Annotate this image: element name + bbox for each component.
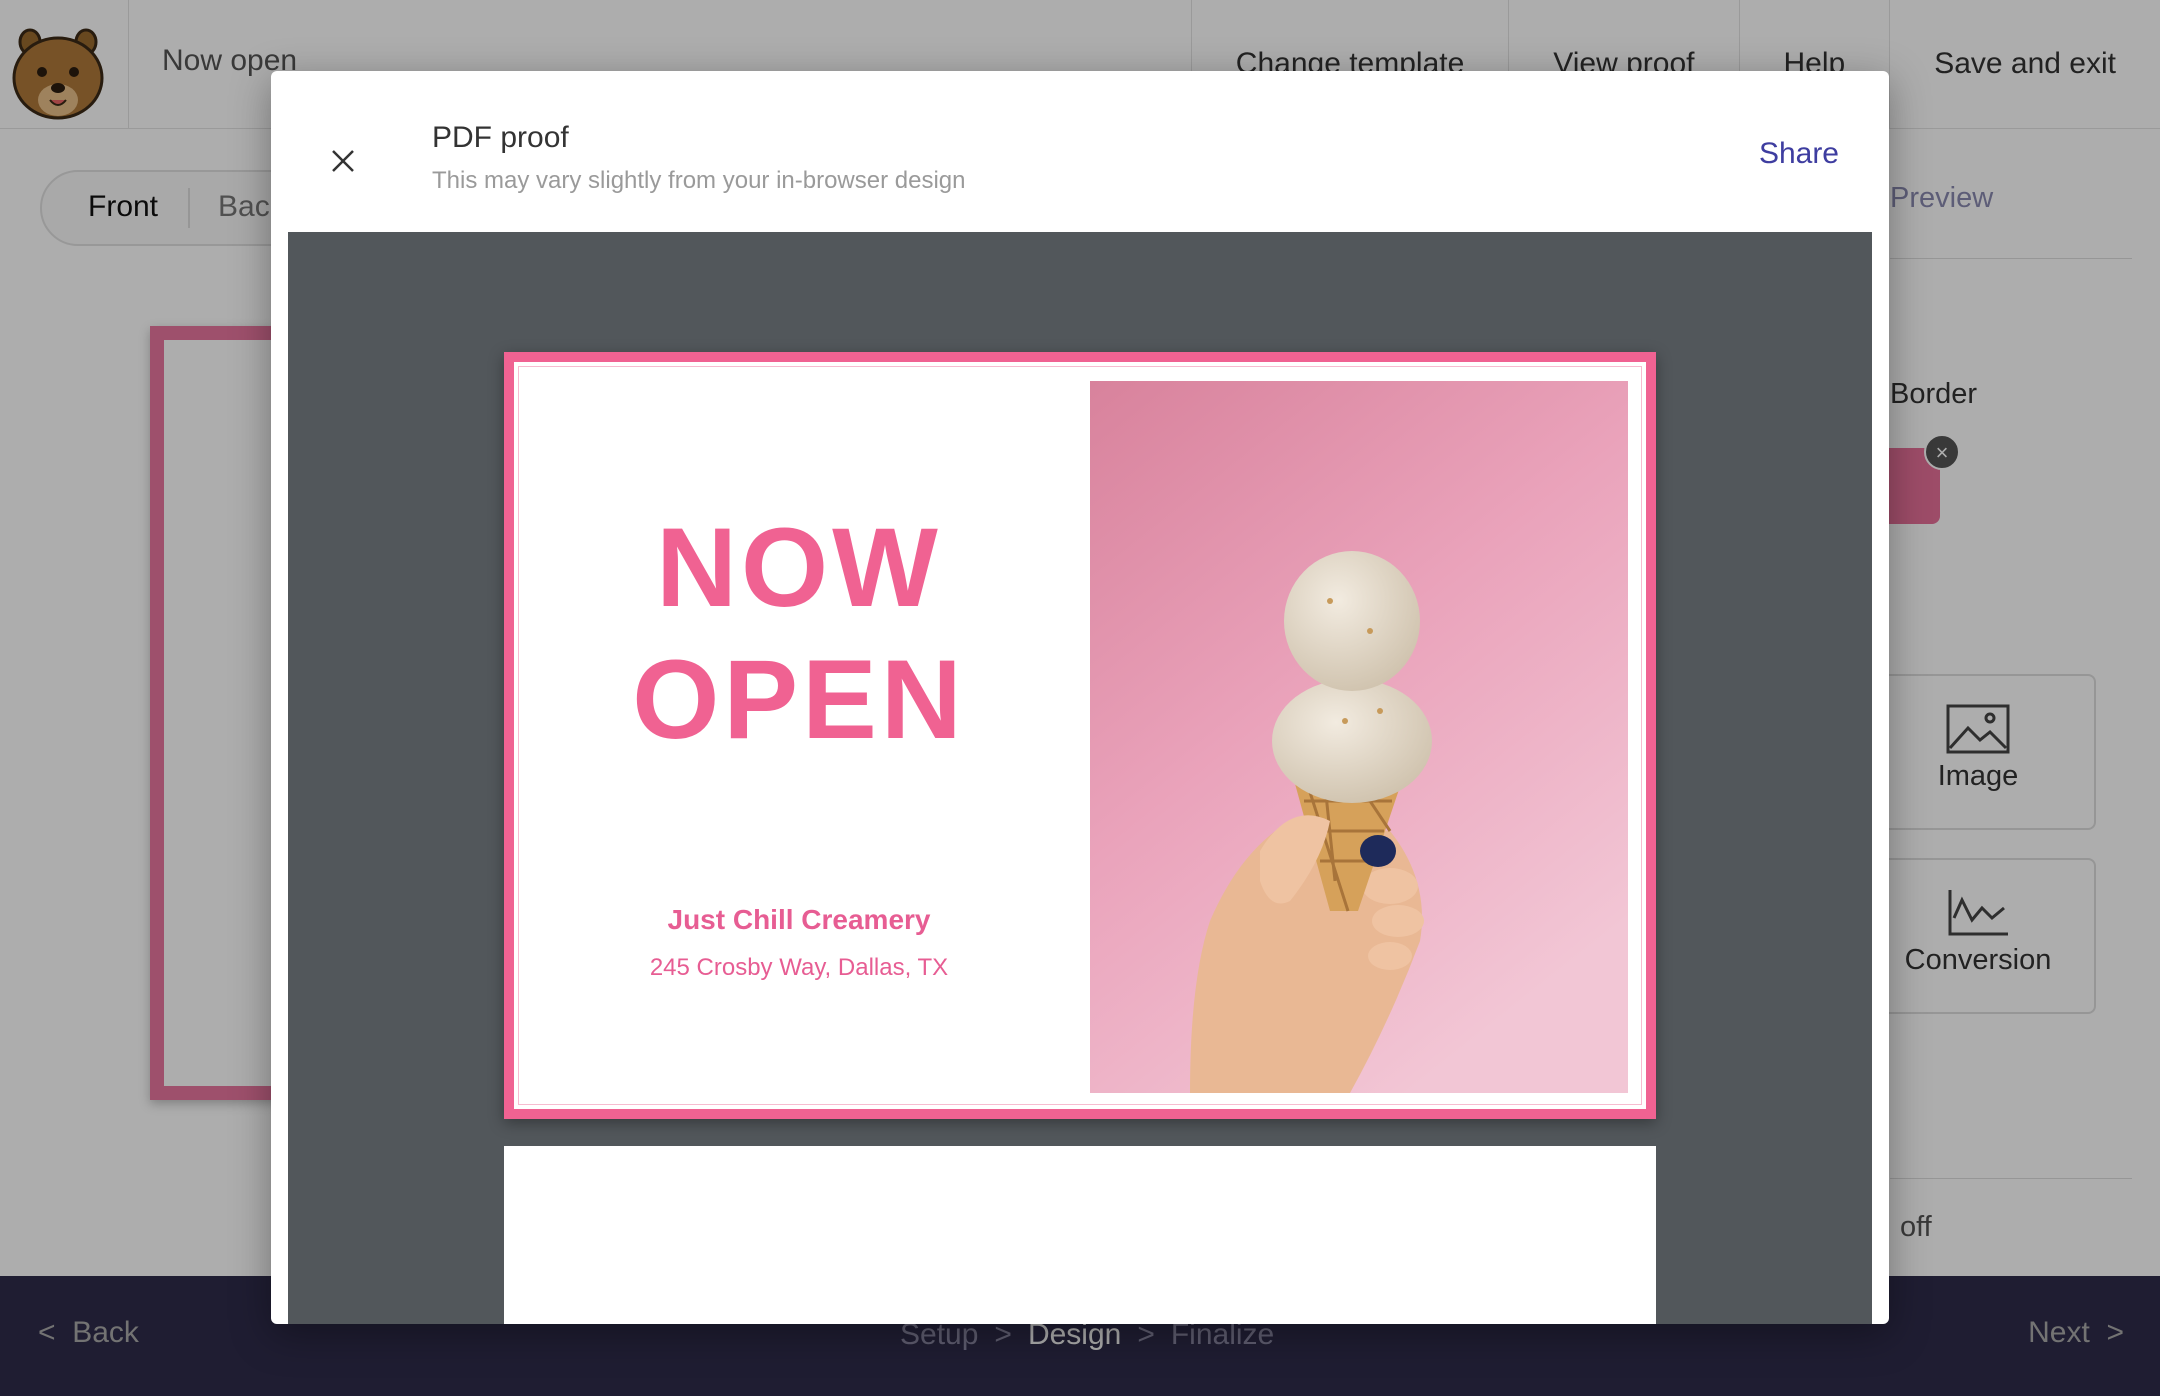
modal-title: PDF proof xyxy=(432,121,569,154)
close-icon[interactable] xyxy=(325,143,361,179)
modal-subtitle: This may vary slightly from your in-brow… xyxy=(432,167,966,194)
share-link[interactable]: Share xyxy=(1759,137,1839,171)
business-address: 245 Crosby Way, Dallas, TX xyxy=(649,954,949,981)
business-name: Just Chill Creamery xyxy=(667,904,931,935)
headline-line-2: OPEN xyxy=(632,637,966,762)
proof-page-front: NOW OPEN Just Chill Creamery 245 Crosby … xyxy=(504,352,1656,1119)
ice-cream-photo xyxy=(1090,381,1628,1093)
pdf-proof-modal: PDF proof This may vary slightly from yo… xyxy=(271,71,1889,1324)
headline-line-1: NOW xyxy=(656,505,942,630)
proof-page-back xyxy=(504,1146,1656,1324)
pdf-viewer[interactable]: NOW OPEN Just Chill Creamery 245 Crosby … xyxy=(288,232,1872,1324)
